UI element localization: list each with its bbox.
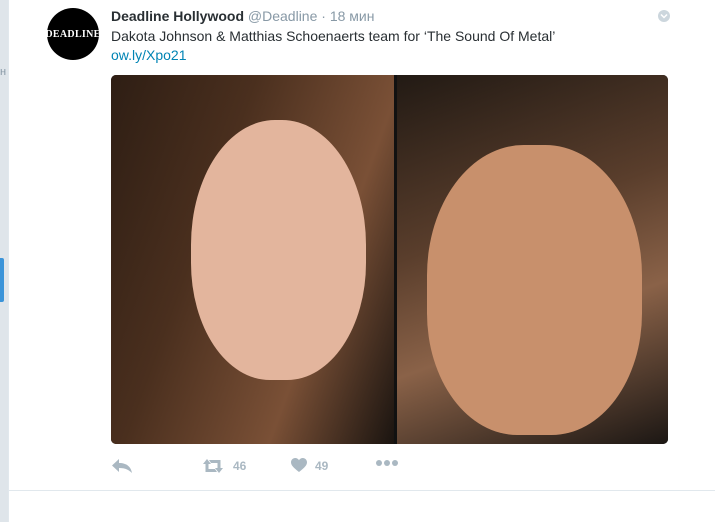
- photo-right-man: [397, 75, 668, 444]
- reply-icon: [112, 459, 132, 473]
- tweet-header: Deadline Hollywood @Deadline · 18 мин: [111, 8, 374, 24]
- tweet-timestamp[interactable]: 18 мин: [330, 8, 375, 24]
- header-separator: ·: [321, 8, 326, 24]
- retweet-count: 46: [233, 459, 247, 473]
- tweet-media[interactable]: [111, 75, 668, 444]
- face-left: [191, 120, 366, 380]
- retweet-button[interactable]: 46: [201, 458, 246, 474]
- author-handle[interactable]: @Deadline: [248, 8, 317, 24]
- avatar-logo-text: DEADLINE: [45, 28, 101, 40]
- more-icon: [376, 460, 398, 466]
- like-count: 49: [315, 458, 329, 473]
- author-name[interactable]: Deadline Hollywood: [111, 8, 244, 24]
- more-button[interactable]: [375, 458, 399, 468]
- left-accent-tab[interactable]: [0, 258, 4, 302]
- photo-left-woman: [111, 75, 394, 444]
- like-button[interactable]: 49: [291, 458, 328, 473]
- reply-button[interactable]: [111, 458, 133, 474]
- chevron-down-icon: [660, 13, 668, 19]
- tweet-text: Dakota Johnson & Matthias Schoenaerts te…: [111, 28, 556, 44]
- tweet-options-button[interactable]: [658, 10, 670, 22]
- avatar[interactable]: DEADLINE: [45, 8, 101, 60]
- face-right: [427, 145, 642, 435]
- card-divider: [8, 490, 715, 491]
- left-edge-glyph: н: [0, 66, 7, 78]
- tweet-link[interactable]: ow.ly/Xpo21: [111, 47, 187, 63]
- heart-icon: [291, 458, 307, 472]
- retweet-icon: [203, 459, 223, 473]
